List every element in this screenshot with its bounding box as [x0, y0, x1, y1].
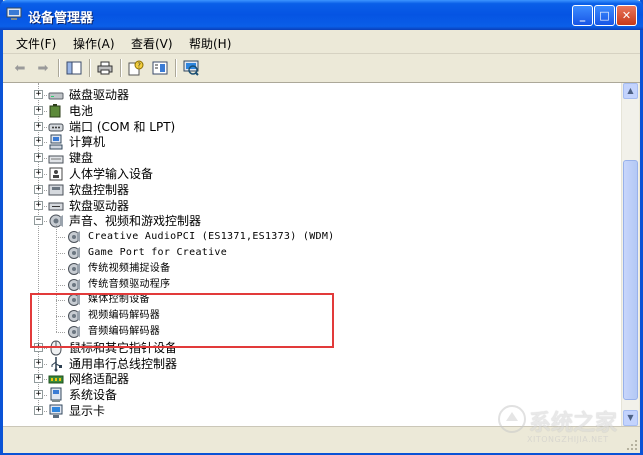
device-tree[interactable]: + 磁盘驱动器 + 电池 + 端口 (COM 和 LPT) + 计算机 + 键盘 + 人体学输入设备 +…	[3, 83, 621, 426]
watermark-brand: 系统之家	[529, 411, 618, 436]
tree-item-label: 电池	[69, 103, 94, 118]
tree-item[interactable]: + 磁盘驱动器	[3, 87, 603, 103]
expand-icon[interactable]: +	[34, 184, 43, 194]
toolbar-separator	[89, 59, 91, 77]
sound-device-icon	[68, 231, 80, 244]
tree-child-label: 传统视频捕捉设备	[88, 262, 171, 274]
toolbar-separator	[175, 59, 177, 77]
menu-help[interactable]: 帮助(H)	[189, 35, 231, 52]
print-icon[interactable]	[94, 58, 116, 78]
tree-child-item[interactable]: 传统视频捕捉设备	[3, 261, 603, 277]
tree-child-item[interactable]: 传统音频驱动程序	[3, 277, 603, 293]
menu-bar: 文件(F) 操作(A) 查看(V) 帮助(H)	[3, 30, 640, 54]
watermark-logo-icon	[498, 405, 526, 433]
hid-icon	[49, 167, 63, 181]
menu-action[interactable]: 操作(A)	[73, 35, 115, 52]
close-button[interactable]: ✕	[616, 5, 637, 26]
window-title: 设备管理器	[28, 11, 94, 26]
expand-icon[interactable]: +	[34, 200, 43, 210]
expand-icon[interactable]: +	[34, 406, 43, 415]
floppy-controller-icon	[48, 184, 64, 196]
expand-icon[interactable]: +	[34, 169, 43, 178]
tree-child-label: Creative AudioPCI (ES1371,ES1373) (WDM)	[88, 231, 335, 243]
tree-item-label: 网络适配器	[69, 372, 130, 387]
tree-item[interactable]: + 电池	[3, 103, 603, 119]
show-hide-console-tree-icon[interactable]	[63, 58, 85, 78]
tree-item[interactable]: + 端口 (COM 和 LPT)	[3, 119, 603, 135]
minimize-button[interactable]: _	[572, 5, 593, 26]
sound-device-icon	[68, 247, 80, 259]
toolbar: ⬅ ➡ ?	[3, 54, 640, 83]
display-adapter-icon	[49, 404, 63, 418]
tree-child-label: 传统音频驱动程序	[88, 278, 171, 290]
tree-item[interactable]: + 人体学输入设备	[3, 166, 603, 182]
sound-device-icon	[68, 278, 80, 291]
tree-item[interactable]: + 计算机	[3, 134, 603, 150]
tree-item[interactable]: − 声音、视频和游戏控制器	[3, 213, 603, 229]
collapse-icon[interactable]: −	[34, 216, 43, 226]
expand-icon[interactable]: +	[34, 121, 43, 131]
device-manager-icon	[6, 7, 22, 20]
menu-view[interactable]: 查看(V)	[131, 35, 173, 52]
tree-item-label: 通用串行总线控制器	[69, 356, 178, 371]
tree-item[interactable]: + 网络适配器	[3, 371, 603, 387]
tree-connector	[56, 268, 65, 270]
port-icon	[48, 123, 64, 132]
scroll-up-icon[interactable]: ▲	[623, 83, 638, 99]
tree-item-label: 计算机	[69, 135, 106, 150]
tree-connector	[56, 237, 65, 239]
expand-icon[interactable]: +	[34, 90, 43, 99]
system-device-icon	[50, 387, 62, 403]
scan-hardware-icon[interactable]	[180, 58, 202, 78]
usb-icon	[51, 356, 62, 372]
watermark: 系统之家 XITONGZHIJIA.NET	[489, 400, 639, 450]
tree-item-label: 声音、视频和游戏控制器	[69, 214, 202, 229]
expand-icon[interactable]: +	[34, 153, 43, 163]
device-manager-window: 设备管理器 _ □ ✕ 文件(F) 操作(A) 查看(V) 帮助(H) ⬅ ➡ …	[0, 0, 643, 455]
highlight-box	[30, 293, 334, 348]
tree-child-item[interactable]: Creative AudioPCI (ES1371,ES1373) (WDM)	[3, 229, 603, 245]
forward-icon[interactable]: ➡	[32, 58, 54, 78]
tree-item[interactable]: + 软盘控制器	[3, 182, 603, 198]
computer-icon	[49, 134, 63, 150]
toolbar-separator	[58, 59, 60, 77]
tree-connector	[56, 253, 65, 254]
sound-device-icon	[68, 262, 80, 275]
tree-item-label: 人体学输入设备	[69, 167, 154, 181]
properties-help-icon[interactable]: ?	[125, 58, 147, 78]
tree-item-label: 软盘控制器	[69, 182, 130, 197]
watermark-url: XITONGZHIJIA.NET	[527, 435, 609, 444]
tree-item[interactable]: + 通用串行总线控制器	[3, 356, 603, 372]
expand-icon[interactable]: +	[34, 390, 43, 400]
keyboard-icon	[48, 155, 64, 164]
properties-icon[interactable]	[149, 58, 171, 78]
vertical-scrollbar[interactable]: ▲ ▼	[621, 83, 639, 426]
expand-icon[interactable]: +	[34, 358, 43, 368]
tree-item[interactable]: + 软盘驱动器	[3, 198, 603, 214]
disk-drive-icon	[48, 92, 64, 100]
tree-item-label: 端口 (COM 和 LPT)	[69, 119, 176, 134]
expand-icon[interactable]: +	[34, 105, 43, 115]
scroll-thumb[interactable]	[623, 160, 638, 400]
tree-item-label: 键盘	[69, 151, 94, 166]
tree-item-label: 软盘驱动器	[69, 198, 130, 213]
tree-item-label: 显示卡	[69, 404, 106, 418]
tree-connector	[56, 284, 65, 286]
title-bar[interactable]: 设备管理器 _ □ ✕	[0, 0, 643, 30]
expand-icon[interactable]: +	[34, 374, 43, 384]
maximize-button[interactable]: □	[594, 5, 615, 26]
back-icon[interactable]: ⬅	[9, 58, 31, 78]
network-adapter-icon	[48, 375, 64, 384]
menu-file[interactable]: 文件(F)	[16, 35, 56, 52]
tree-child-label: Game Port for Creative	[88, 247, 228, 258]
tree-item[interactable]: + 键盘	[3, 150, 603, 166]
svg-text:?: ?	[137, 62, 141, 70]
tree-item-label: 磁盘驱动器	[69, 88, 130, 102]
floppy-drive-icon	[48, 202, 64, 211]
toolbar-separator	[120, 59, 122, 77]
expand-icon[interactable]: +	[34, 137, 43, 147]
battery-icon	[49, 103, 61, 118]
tree-item-label: 系统设备	[69, 388, 118, 403]
tree-child-item[interactable]: Game Port for Creative	[3, 245, 603, 261]
